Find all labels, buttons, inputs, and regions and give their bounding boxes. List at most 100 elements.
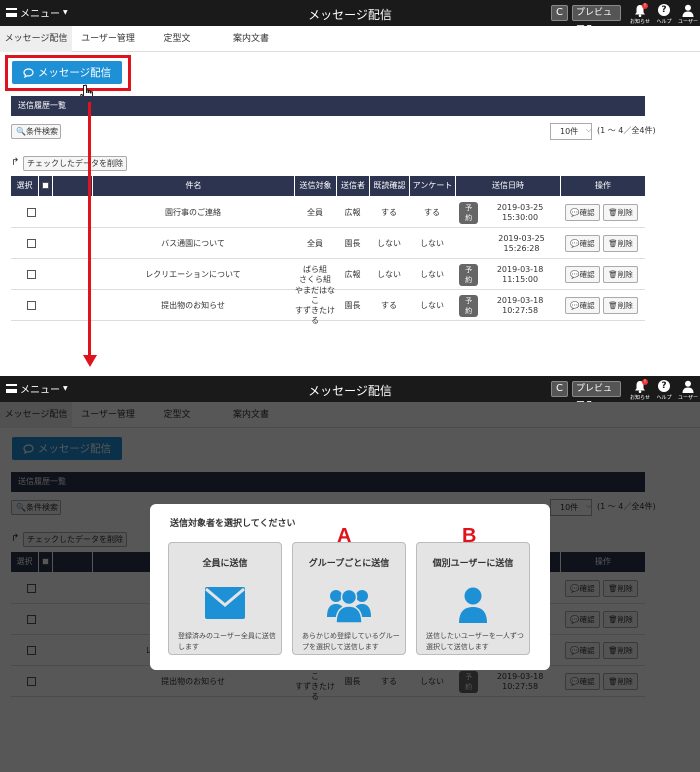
row-target-line: 全員 [307, 238, 323, 248]
row-subject[interactable]: 園行事のご連絡 [92, 197, 294, 228]
tab-bar: メッセージ配信 ユーザー管理 定型文 案内文書 [0, 26, 700, 52]
help-button[interactable]: ? ヘルプ [654, 379, 674, 401]
history-heading: 送信履歴一覧 [11, 96, 645, 116]
user-label: ユーザー [678, 395, 698, 401]
notification-button[interactable]: ! お知らせ [630, 379, 650, 401]
user-button[interactable]: ユーザー [678, 379, 698, 401]
group-icon [327, 588, 371, 623]
select-caret-icon: ⌵ [586, 126, 592, 134]
user-icon [682, 380, 694, 393]
help-label: ヘルプ [656, 19, 672, 25]
preview-button[interactable]: プレビュー ▼ [572, 5, 621, 32]
person-icon [459, 587, 487, 623]
col-read-check: 既読確認 [369, 176, 409, 196]
confirm-button[interactable]: 💬確認 [565, 297, 600, 314]
confirm-label: 確認 [579, 208, 595, 217]
col-actions: 操作 [560, 176, 645, 196]
filter-search-button[interactable]: 🔍条件検索 [11, 124, 61, 139]
delete-label: 削除 [617, 270, 633, 279]
delete-checked-button[interactable]: チェックしたデータを削除 [23, 156, 127, 171]
delete-label: 削除 [617, 301, 633, 310]
select-all-checkbox[interactable] [38, 176, 52, 196]
row-datetime-text: 2019-03-25 15:26:28 [498, 233, 545, 253]
confirm-button[interactable]: 💬確認 [565, 204, 600, 221]
row-checkbox[interactable] [11, 290, 52, 321]
top-bar: メニュー ▼ メッセージ配信 C プレビュー ▼ ! お知らせ ? ヘルプ ユー… [0, 376, 700, 408]
row-target: 全員 [294, 228, 336, 259]
screen-after: メニュー ▼ メッセージ配信 C プレビュー ▼ ! お知らせ ? ヘルプ ユー… [0, 376, 700, 772]
row-datetime: 2019-03-25 15:26:28 [455, 228, 560, 259]
table-header: 選択 件名 送信対象 送信者 既読確認 アンケート 送信日時 操作 [11, 176, 645, 196]
checkbox-icon [27, 301, 36, 310]
notification-button[interactable]: ! お知らせ [630, 3, 650, 25]
delete-button[interactable]: 🗑削除 [603, 266, 638, 283]
trash-icon: 🗑 [608, 270, 618, 279]
option-send-group[interactable]: グループごとに送信 あらかじめ登録しているグループを選択して送信します [292, 542, 406, 655]
filter-search-label: 条件検索 [25, 127, 58, 136]
user-icon [682, 4, 694, 17]
trash-icon: 🗑 [608, 239, 618, 248]
tab-message-delivery[interactable]: メッセージ配信 [0, 26, 72, 52]
checkbox-icon [27, 208, 36, 217]
table-row: バス通園について 全員 園長 しない しない 2019-03-25 15:26:28 💬確認… [11, 228, 645, 259]
refresh-button[interactable]: C [551, 5, 568, 21]
col-blank [52, 176, 92, 196]
confirm-button[interactable]: 💬確認 [565, 266, 600, 283]
flow-arrow-line [88, 102, 91, 357]
row-target-line: すずきたける [295, 305, 335, 325]
delete-label: 削除 [617, 239, 633, 248]
scheduled-badge: 予約 [459, 294, 479, 317]
option-title: グループごとに送信 [308, 559, 390, 569]
row-subject[interactable]: レクリエーションについて [92, 259, 294, 290]
envelope-icon [205, 587, 245, 619]
row-datetime-text: 2019-03-18 10:27:58 [496, 295, 544, 315]
option-title: 全員に送信 [202, 559, 248, 569]
option-send-all[interactable]: 全員に送信登録済みのユーザー全員に送信します [168, 542, 282, 655]
screen-before: メニュー ▼ メッセージ配信 C プレビュー ▼ ! お知らせ ? ヘルプ ユー… [0, 0, 700, 396]
notification-label: お知らせ [630, 19, 650, 25]
row-subject[interactable]: バス通園について [92, 228, 294, 259]
delete-button[interactable]: 🗑削除 [603, 204, 638, 221]
confirm-label: 確認 [579, 239, 595, 248]
row-survey: する [424, 207, 440, 217]
notification-badge: ! [642, 3, 648, 9]
annotation-letter-b: B [462, 525, 477, 547]
confirm-label: 確認 [579, 301, 595, 310]
delete-button[interactable]: 🗑削除 [603, 297, 638, 314]
row-subject[interactable]: 提出物のお知らせ [92, 290, 294, 321]
col-select: 選択 [16, 181, 33, 190]
table-row: 提出物のお知らせやまだはなこすずきたける園長 する しない 予約 2019-03-18 … [11, 286, 645, 325]
arrow-down-icon [83, 355, 97, 367]
row-read-check: しない [377, 269, 401, 279]
trash-icon: 🗑 [608, 208, 618, 217]
col-subject: 件名 [92, 176, 294, 196]
tab-user-management[interactable]: ユーザー管理 [72, 26, 144, 52]
user-button[interactable]: ユーザー [678, 3, 698, 25]
row-survey: しない [420, 300, 444, 310]
confirm-label: 確認 [579, 270, 595, 279]
refresh-button[interactable]: C [551, 381, 568, 397]
row-read-check: する [381, 207, 397, 217]
help-button[interactable]: ? ヘルプ [654, 3, 674, 25]
help-icon: ? [658, 4, 670, 16]
annotation-letter-a: A [337, 525, 352, 547]
checkbox-icon [27, 239, 36, 248]
tab-guide-documents[interactable]: 案内文書 [212, 26, 290, 52]
col-survey: アンケート [409, 176, 455, 196]
highlight-frame [5, 55, 131, 91]
result-count: (1 ～ 4／全4件) [597, 126, 656, 135]
help-icon: ? [658, 380, 670, 392]
row-read-check: する [381, 300, 397, 310]
row-checkbox[interactable] [11, 259, 52, 290]
confirm-button[interactable]: 💬確認 [565, 235, 600, 252]
tab-templates[interactable]: 定型文 [144, 26, 210, 52]
option-send-individual[interactable]: 個別ユーザーに送信 送信したいユーザーを一人ずつ選択して送信します [416, 542, 530, 655]
delete-button[interactable]: 🗑削除 [603, 235, 638, 252]
row-checkbox[interactable] [11, 228, 52, 259]
notification-label: お知らせ [630, 395, 650, 401]
row-checkbox[interactable] [11, 197, 52, 228]
preview-button[interactable]: プレビュー ▼ [572, 381, 621, 408]
option-description: 登録済みのユーザー全員に送信します [178, 632, 276, 651]
row-target: 全員 [294, 197, 336, 228]
col-target: 送信対象 [294, 176, 336, 196]
